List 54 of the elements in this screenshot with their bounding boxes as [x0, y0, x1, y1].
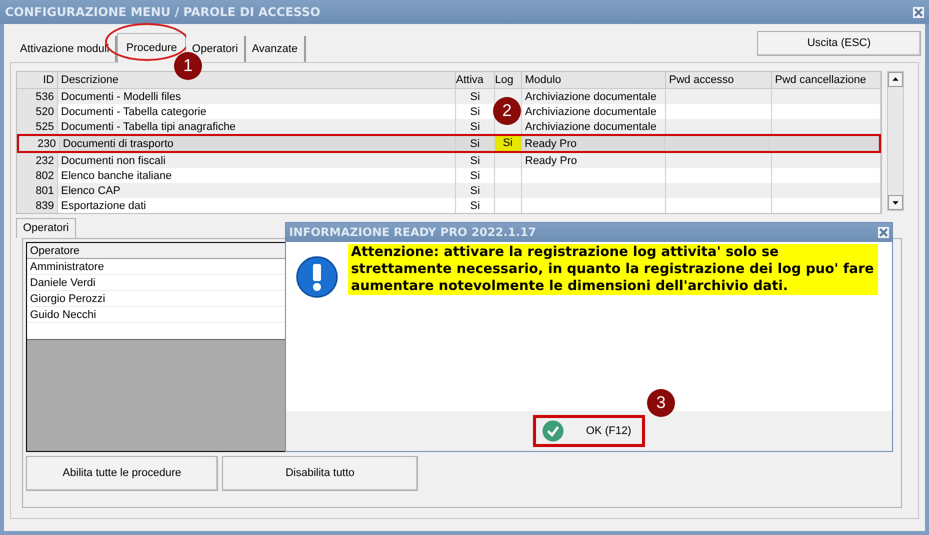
dialog-title: INFORMAZIONE READY PRO 2022.1.17 [289, 224, 536, 241]
column-header[interactable]: Attiva [456, 72, 495, 88]
tab[interactable]: Operatori [16, 218, 76, 238]
table-cell: 232 [36, 154, 54, 168]
exclamation-icon [296, 256, 338, 298]
table-row[interactable]: 801 Elenco CAP Si [17, 183, 881, 198]
checkmark-icon [542, 420, 564, 442]
scroll-down-icon[interactable] [888, 195, 903, 210]
table-cell: Elenco banche italiane [61, 168, 172, 182]
table-cell: Esportazione dati [61, 198, 146, 212]
table-row[interactable]: 802 Elenco banche italiane Si [17, 168, 881, 183]
table-row[interactable]: 525 Documenti - Tabella tipi anagrafiche Si Archiviazione documentale [17, 119, 881, 134]
exit-button[interactable]: Uscita (ESC) [757, 31, 921, 56]
window-title: CONFIGURAZIONE MENU / PAROLE DI ACCESSO [5, 4, 320, 21]
table-cell: Documenti - Tabella tipi anagrafiche [61, 120, 236, 134]
warning-message: Attenzione: attivare la registrazione log attivita' solo se strettamente necessario, in quanto la registrazione dei log puo' fare aumentare notevolmente le dimensioni dell'archivio dati. [348, 244, 878, 295]
table-cell: 839 [36, 198, 54, 212]
table-cell: Documenti - Modelli files [61, 90, 181, 104]
table-cell: Si [470, 90, 480, 104]
table-cell: Ready Pro [524, 136, 577, 150]
action-button[interactable]: Disabilita tutto [222, 456, 418, 491]
table-cell: 802 [36, 168, 54, 182]
table-cell: Archiviazione documentale [525, 104, 656, 118]
table-cell: Si [470, 154, 480, 168]
table-cell: Archiviazione documentale [525, 90, 656, 104]
table-cell: Documenti non fiscali [61, 154, 166, 168]
ok-button[interactable]: OK (F12) [533, 415, 645, 447]
table-cell: 525 [36, 120, 54, 134]
table-cell: Elenco CAP [61, 184, 120, 198]
table-cell: Ready Pro [525, 154, 577, 168]
table-cell: Si [470, 184, 480, 198]
table-cell: Si [470, 136, 480, 150]
action-button[interactable]: Abilita tutte le procedure [26, 456, 218, 491]
table-cell: 230 [37, 136, 56, 150]
column-header[interactable]: Log [495, 72, 522, 88]
table-cell: Si [470, 120, 480, 134]
table-cell: Si [470, 198, 480, 212]
table-cell: 520 [36, 104, 54, 118]
table-cell: Documenti di trasporto [62, 136, 174, 150]
table-row[interactable]: 232 Documenti non fiscali Si Ready Pro [17, 153, 881, 168]
table-row[interactable]: 536 Documenti - Modelli files Si Archiviazione documentale [17, 89, 881, 104]
scroll-up-icon[interactable] [888, 72, 903, 87]
table-row[interactable]: 839 Esportazione dati Si [17, 198, 881, 213]
table-cell: Si [470, 104, 480, 118]
close-icon[interactable] [913, 6, 924, 18]
close-icon[interactable] [878, 227, 889, 238]
scrollbar[interactable] [887, 71, 904, 211]
table-row[interactable]: 230 Documenti di trasporto Si Si Ready Pro [17, 134, 881, 153]
table-cell: 536 [36, 90, 54, 104]
table-cell: Documenti - Tabella categorie [61, 104, 206, 118]
table-cell: 801 [36, 184, 54, 198]
table-cell: Si [470, 168, 480, 182]
highlighted-cell: Si [494, 136, 521, 151]
table-cell: Archiviazione documentale [525, 120, 656, 134]
